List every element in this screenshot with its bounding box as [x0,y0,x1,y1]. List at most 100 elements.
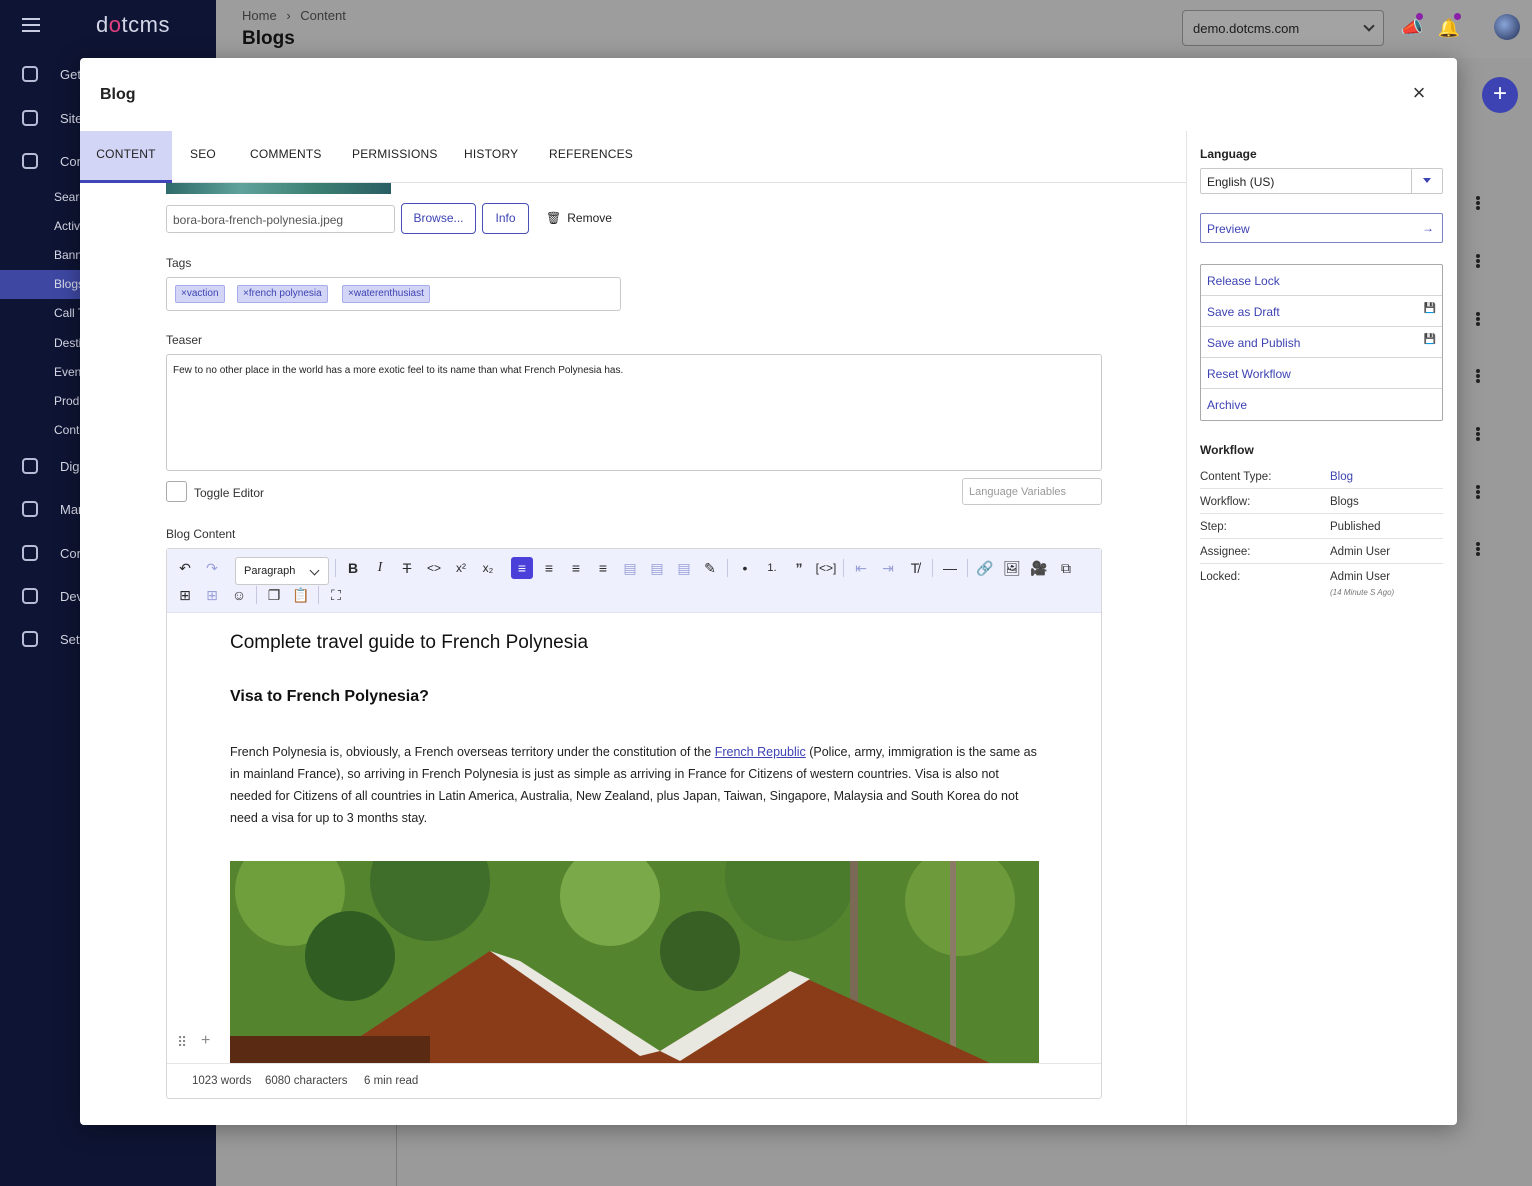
tag-chip[interactable]: ×french polynesia [237,285,328,303]
tab-content[interactable]: CONTENT [80,131,172,183]
word-count: 1023 words [192,1075,252,1087]
code-icon[interactable]: <> [423,557,445,579]
content-heading-2: Visa to French Polynesia? [230,688,429,705]
format-select[interactable]: Paragraph [235,557,329,585]
superscript-icon[interactable]: x² [450,557,472,579]
horizontal-rule-icon[interactable]: — [939,557,961,579]
editor-body[interactable]: Complete travel guide to French Polynesi… [167,613,1101,1063]
release-lock-button[interactable]: Release Lock [1201,265,1442,296]
paste-icon[interactable]: 📋 [290,584,312,606]
numbered-list-icon[interactable]: 1. [761,557,783,579]
row-menu-icon[interactable] [1476,542,1480,556]
arrow-right-icon: → [1422,221,1434,235]
tab-seo[interactable]: SEO [190,131,216,183]
site-selector[interactable]: demo.dotcms.com [1182,10,1384,46]
image-filename-field[interactable]: bora-bora-french-polynesia.jpeg [166,205,395,233]
align-right-icon[interactable]: ≡ [565,557,587,579]
content-paragraph: French Polynesia is, obviously, a French… [230,745,1037,825]
table-icon[interactable]: ⊞ [174,584,196,606]
browse-button[interactable]: Browse... [401,203,476,234]
align-justify-icon[interactable]: ≡ [592,557,614,579]
tab-permissions[interactable]: PERMISSIONS [352,131,438,183]
contentlet-icon[interactable]: ⧉ [1055,557,1077,579]
avatar[interactable] [1494,14,1520,40]
toggle-editor-checkbox[interactable] [166,481,187,502]
toolbar-divider [843,559,844,577]
editor-toolbar: ↶ ↷ Paragraph B I T <> x² x₂ ≡ ≡ ≡ ≡ ▤ ▤… [167,549,1101,613]
image-thumbnail [166,183,391,194]
bold-icon[interactable]: B [342,557,364,579]
breadcrumb-home[interactable]: Home [242,8,277,23]
tags-input[interactable]: ×vaction ×french polynesia ×waterenthusi… [166,277,621,311]
tab-comments[interactable]: COMMENTS [250,131,322,183]
row-menu-icon[interactable] [1476,369,1480,383]
bullet-list-icon[interactable]: • [734,557,756,579]
toolbar-divider [932,559,933,577]
folder-icon [22,110,38,126]
read-time: 6 min read [364,1075,419,1087]
row-menu-icon[interactable] [1476,427,1480,441]
image-align-center-icon[interactable]: ▤ [646,557,668,579]
add-block-icon[interactable]: + [201,1032,210,1050]
link-icon[interactable]: 🔗 [974,557,996,579]
image-align-right-icon[interactable]: ▤ [673,557,695,579]
code-block-icon[interactable]: [<>] [815,557,837,579]
redo-icon[interactable]: ↷ [201,557,223,579]
page-title: Blogs [242,28,295,49]
emoji-icon[interactable]: ☺ [228,584,250,606]
undo-icon[interactable]: ↶ [174,557,196,579]
strikethrough-icon[interactable]: T [396,557,418,579]
content-type-link[interactable]: Blog [1330,471,1353,483]
announcements-badge [1416,13,1423,20]
subscript-icon[interactable]: x₂ [477,557,499,579]
tab-references[interactable]: REFERENCES [549,131,633,183]
assets-icon [22,458,38,474]
align-center-icon[interactable]: ≡ [538,557,560,579]
indent-icon[interactable]: ⇥ [877,557,899,579]
table-edit-icon[interactable]: ⊞ [201,584,223,606]
locked-time: (14 Minute S Ago) [1330,588,1395,597]
blockquote-icon[interactable]: ” [788,557,810,579]
french-republic-link[interactable]: French Republic [715,745,806,759]
language-select[interactable]: English (US) [1200,168,1443,194]
tag-chip[interactable]: ×vaction [175,285,225,303]
reset-workflow-button[interactable]: Reset Workflow [1201,358,1442,389]
clear-format-icon[interactable]: T̸ [904,557,926,579]
copy-icon[interactable]: ❐ [263,584,285,606]
fullscreen-icon[interactable]: ⛶ [325,584,347,606]
toolbar-divider [335,559,336,577]
toolbar-divider [318,586,319,604]
hamburger-menu-icon[interactable] [22,18,40,32]
pencil-icon[interactable]: ✎ [699,557,721,579]
remove-label: Remove [567,211,612,225]
preview-button[interactable]: Preview → [1200,213,1443,243]
workflow-row-workflow: Workflow: Blogs [1200,489,1443,514]
save-and-publish-button[interactable]: Save and Publish 💾 [1201,327,1442,358]
outdent-icon[interactable]: ⇤ [850,557,872,579]
video-icon[interactable]: 🎥 [1028,557,1050,579]
language-variables-input[interactable]: Language Variables [962,478,1102,505]
image-icon[interactable]: 🖼 [1001,557,1023,579]
drag-handle-icon[interactable]: ⠿ [177,1034,187,1051]
remove-button[interactable]: 🗑 Remove [546,211,612,225]
tab-history[interactable]: HISTORY [464,131,518,183]
tag-chip[interactable]: ×waterenthusiast [342,285,430,303]
teaser-textarea[interactable]: Few to no other place in the world has a… [166,354,1102,471]
site-selector-value: demo.dotcms.com [1193,21,1300,36]
row-menu-icon[interactable] [1476,485,1480,499]
row-menu-icon[interactable] [1476,254,1480,268]
close-icon[interactable]: × [1408,82,1430,104]
copy-icon [22,545,38,561]
image-align-left-icon[interactable]: ▤ [619,557,641,579]
notifications-badge [1454,13,1461,20]
align-left-icon[interactable]: ≡ [511,557,533,579]
italic-icon[interactable]: I [369,557,391,579]
content-image[interactable] [230,861,1039,1063]
save-as-draft-button[interactable]: Save as Draft 💾 [1201,296,1442,327]
info-button[interactable]: Info [482,203,529,234]
row-menu-icon[interactable] [1476,312,1480,326]
save-icon: 💾 [1423,303,1436,314]
row-menu-icon[interactable] [1476,196,1480,210]
archive-button[interactable]: Archive [1201,389,1442,420]
add-content-button[interactable]: + [1482,77,1518,113]
